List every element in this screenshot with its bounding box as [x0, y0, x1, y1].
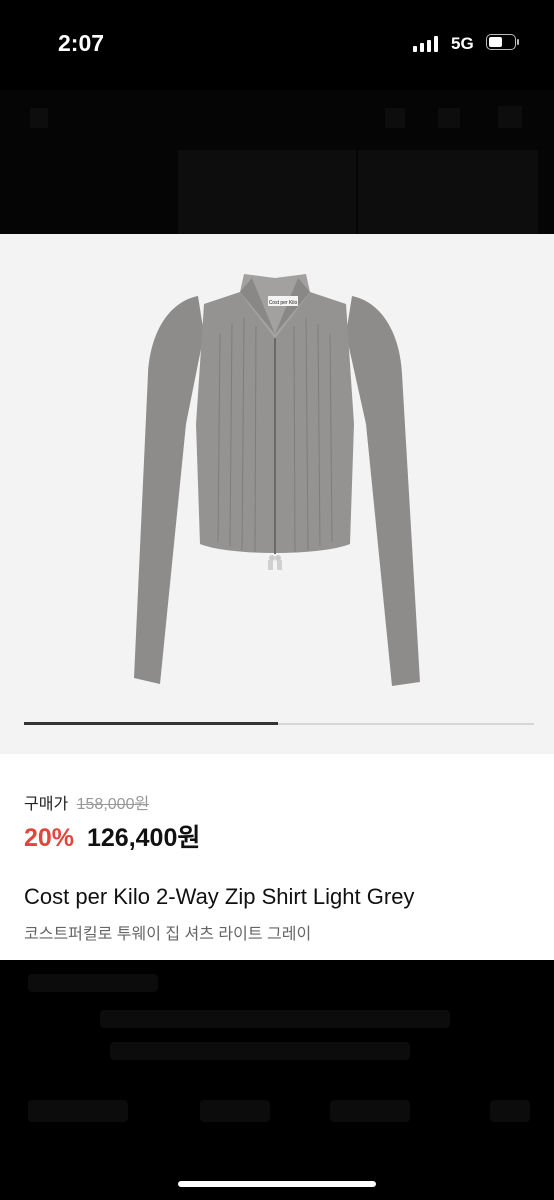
gallery-progress-active — [24, 722, 278, 725]
original-price: 158,000원 — [76, 796, 150, 813]
product-image-gallery[interactable]: Cost per Kilo — [0, 234, 554, 754]
product-subtitle: 코스트퍼킬로 투웨이 집 셔츠 라이트 그레이 — [24, 926, 312, 943]
status-bar: 2:07 5G — [0, 0, 554, 90]
sale-price-row: 20% 126,400원 — [24, 818, 200, 854]
dimmed-lower-background — [0, 960, 554, 1200]
network-type: 5G — [451, 34, 474, 53]
sale-price: 126,400원 — [87, 824, 201, 852]
svg-text:Cost per Kilo: Cost per Kilo — [269, 300, 298, 306]
product-image: Cost per Kilo — [134, 274, 420, 686]
battery-icon — [486, 34, 519, 52]
discount-rate: 20% — [24, 824, 75, 852]
purchase-price-row: 구매가 158,000원 — [24, 790, 149, 814]
home-indicator[interactable] — [178, 1181, 376, 1187]
product-title: Cost per Kilo 2-Way Zip Shirt Light Grey — [24, 884, 415, 909]
signal-icon — [413, 36, 439, 52]
dimmed-header-background — [0, 90, 554, 234]
status-time: 2:07 — [58, 30, 105, 56]
purchase-price-label: 구매가 — [24, 796, 69, 813]
product-sheet[interactable]: Cost per Kilo 구매가 158,000원 20% 126,400원 … — [0, 234, 554, 960]
